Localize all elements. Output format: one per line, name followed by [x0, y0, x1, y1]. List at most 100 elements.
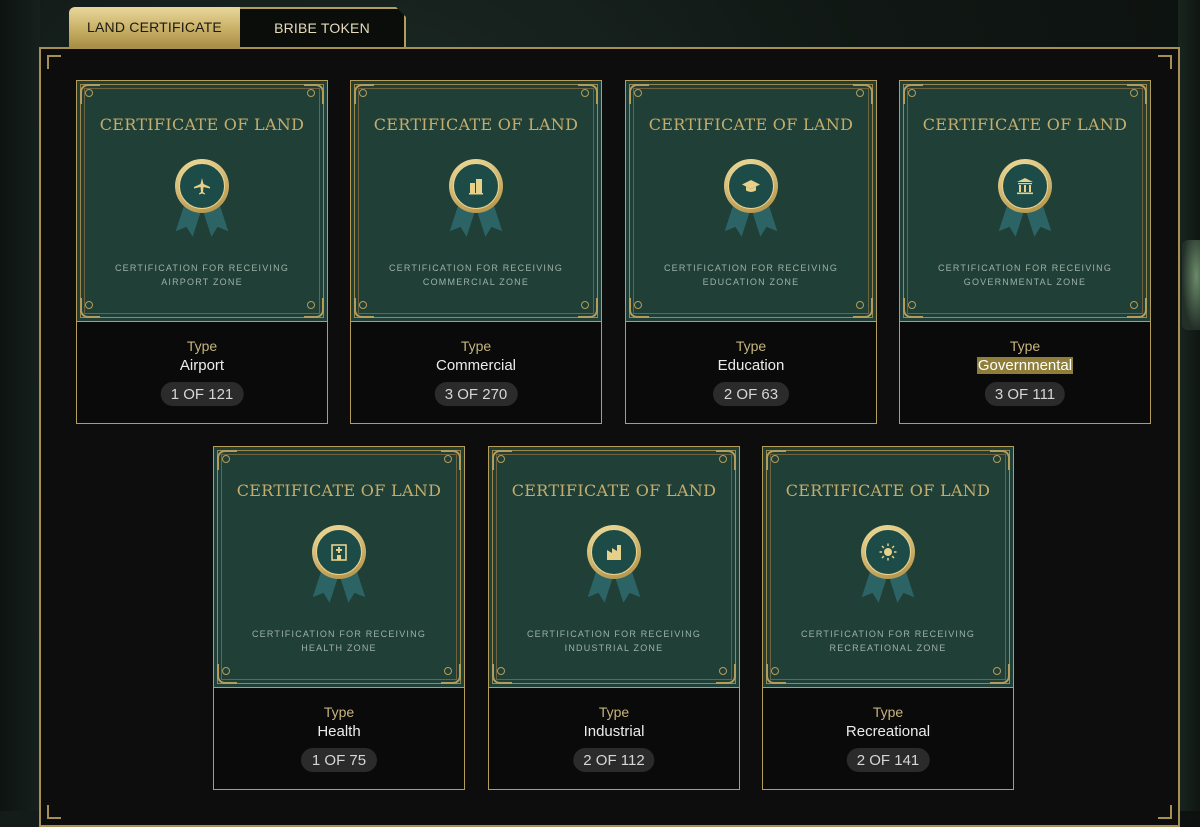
background-building-left [0, 0, 40, 811]
corner-flourish [716, 664, 736, 684]
airplane-icon [179, 163, 225, 209]
certificate-zone: RECREATIONAL ZONE [829, 643, 947, 653]
type-value: Commercial [435, 357, 516, 374]
corner-ornament [47, 805, 61, 819]
medal-badge [724, 159, 778, 239]
corner-flourish [217, 664, 237, 684]
type-value: Health [317, 723, 361, 740]
medal-disc [998, 159, 1052, 213]
certificate-artwork: CERTIFICATE OF LAND CERTIFICATION FOR RE… [77, 81, 327, 321]
buildings-icon-glyph [469, 179, 483, 195]
certificate-subtitle-line1: CERTIFICATION FOR RECEIVING [114, 263, 290, 273]
corner-flourish [853, 84, 873, 104]
tab-bribe-token[interactable]: BRIBE TOKEN [240, 7, 406, 47]
corner-ornament [47, 55, 61, 69]
type-label: Type [186, 338, 218, 354]
certificate-card-commercial[interactable]: CERTIFICATE OF LAND CERTIFICATION FOR RE… [350, 80, 602, 424]
certificate-subtitle: CERTIFICATION FOR RECEIVING EDUCATION ZO… [626, 261, 876, 289]
corner-flourish [990, 664, 1010, 684]
corner-flourish [1127, 298, 1147, 318]
corner-flourish [304, 84, 324, 104]
government-building-icon-glyph [1017, 178, 1033, 195]
card-info: Type Governmental 3 OF 111 [900, 321, 1150, 424]
certificate-zone: INDUSTRIAL ZONE [564, 643, 664, 653]
corner-flourish [441, 664, 461, 684]
corner-flourish [80, 84, 100, 104]
certificate-subtitle-line1: CERTIFICATION FOR RECEIVING [800, 629, 976, 639]
corner-flourish [441, 450, 461, 470]
certificate-artwork: CERTIFICATE OF LAND CERTIFICATION FOR RE… [489, 447, 739, 687]
certificate-title: CERTIFICATE OF LAND [236, 481, 442, 500]
medal-badge [449, 159, 503, 239]
count-badge: 2 OF 141 [846, 748, 930, 772]
graduation-cap-icon [728, 163, 774, 209]
certificate-subtitle-line1: CERTIFICATION FOR RECEIVING [251, 629, 427, 639]
certificate-zone: COMMERCIAL ZONE [422, 277, 530, 287]
count-badge: 2 OF 112 [573, 748, 655, 772]
type-label: Type [1009, 338, 1041, 354]
certificate-card-health[interactable]: CERTIFICATE OF LAND CERTIFICATION FOR RE… [213, 446, 465, 790]
corner-flourish [492, 450, 512, 470]
corner-flourish [1127, 84, 1147, 104]
certificate-zone: GOVERNMENTAL ZONE [963, 277, 1087, 287]
corner-flourish [766, 450, 786, 470]
certificate-subtitle-line1: CERTIFICATION FOR RECEIVING [663, 263, 839, 273]
certificate-subtitle-line1: CERTIFICATION FOR RECEIVING [388, 263, 564, 273]
certificate-card-industrial[interactable]: CERTIFICATE OF LAND CERTIFICATION FOR RE… [488, 446, 740, 790]
type-label: Type [872, 704, 904, 720]
count-badge: 1 OF 75 [301, 748, 377, 772]
certificate-artwork: CERTIFICATE OF LAND CERTIFICATION FOR RE… [351, 81, 601, 321]
certificate-subtitle: CERTIFICATION FOR RECEIVING AIRPORT ZONE [77, 261, 327, 289]
tab-land-certificate[interactable]: LAND CERTIFICATE [69, 7, 240, 47]
factory-icon [591, 529, 637, 575]
corner-ornament [1158, 805, 1172, 819]
corner-flourish [578, 298, 598, 318]
sun-icon [865, 529, 911, 575]
certificate-card-education[interactable]: CERTIFICATE OF LAND CERTIFICATION FOR RE… [625, 80, 877, 424]
certificate-card-governmental[interactable]: CERTIFICATE OF LAND CERTIFICATION FOR RE… [899, 80, 1151, 424]
corner-flourish [903, 84, 923, 104]
type-value: Recreational [845, 723, 931, 740]
certificate-subtitle: CERTIFICATION FOR RECEIVING RECREATIONAL… [763, 627, 1013, 655]
certificate-card-recreational[interactable]: CERTIFICATE OF LAND CERTIFICATION FOR RE… [762, 446, 1014, 790]
certificate-artwork: CERTIFICATE OF LAND CERTIFICATION FOR RE… [900, 81, 1150, 321]
type-value: Airport [179, 357, 225, 374]
medal-badge [312, 525, 366, 605]
graduation-cap-icon-glyph [742, 180, 760, 192]
type-label: Type [598, 704, 630, 720]
type-label: Type [735, 338, 767, 354]
corner-flourish [629, 84, 649, 104]
corner-flourish [354, 84, 374, 104]
certificate-zone: HEALTH ZONE [301, 643, 377, 653]
corner-flourish [853, 298, 873, 318]
medal-disc [724, 159, 778, 213]
card-info: Type Recreational 2 OF 141 [763, 687, 1013, 790]
type-value: Industrial [583, 723, 645, 740]
certificate-title: CERTIFICATE OF LAND [785, 481, 991, 500]
tab-bar: LAND CERTIFICATE BRIBE TOKEN [69, 7, 406, 47]
government-building-icon [1002, 163, 1048, 209]
certificate-title: CERTIFICATE OF LAND [648, 115, 854, 134]
buildings-icon [453, 163, 499, 209]
medal-badge [861, 525, 915, 605]
factory-icon-glyph [607, 545, 621, 560]
medal-disc [587, 525, 641, 579]
hospital-icon-glyph [331, 544, 347, 561]
medal-disc [175, 159, 229, 213]
corner-flourish [766, 664, 786, 684]
sun-icon-glyph [879, 543, 897, 561]
type-label: Type [323, 704, 355, 720]
certificate-artwork: CERTIFICATE OF LAND CERTIFICATION FOR RE… [763, 447, 1013, 687]
certificate-subtitle-line1: CERTIFICATION FOR RECEIVING [526, 629, 702, 639]
certificate-title: CERTIFICATE OF LAND [922, 115, 1128, 134]
hospital-icon [316, 529, 362, 575]
medal-badge [998, 159, 1052, 239]
corner-flourish [903, 298, 923, 318]
corner-flourish [304, 298, 324, 318]
corner-flourish [80, 298, 100, 318]
corner-flourish [716, 450, 736, 470]
corner-flourish [492, 664, 512, 684]
lamp-glow [1182, 240, 1200, 330]
certificate-subtitle: CERTIFICATION FOR RECEIVING COMMERCIAL Z… [351, 261, 601, 289]
certificate-card-airport[interactable]: CERTIFICATE OF LAND CERTIFICATION FOR RE… [76, 80, 328, 424]
